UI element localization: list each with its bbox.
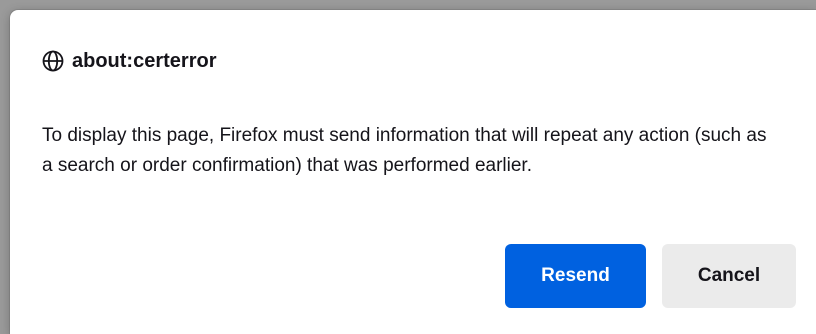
resend-confirmation-dialog: about:certerror To display this page, Fi… <box>10 10 816 334</box>
resend-button[interactable]: Resend <box>505 244 646 308</box>
backdrop: about:certerror To display this page, Fi… <box>0 0 816 334</box>
dialog-title: about:certerror <box>72 50 217 72</box>
globe-icon <box>42 50 64 72</box>
dialog-header: about:certerror <box>42 50 216 72</box>
dialog-message: To display this page, Firefox must send … <box>42 125 767 176</box>
dialog-actions: Resend Cancel <box>505 244 796 308</box>
cancel-button[interactable]: Cancel <box>662 244 796 308</box>
